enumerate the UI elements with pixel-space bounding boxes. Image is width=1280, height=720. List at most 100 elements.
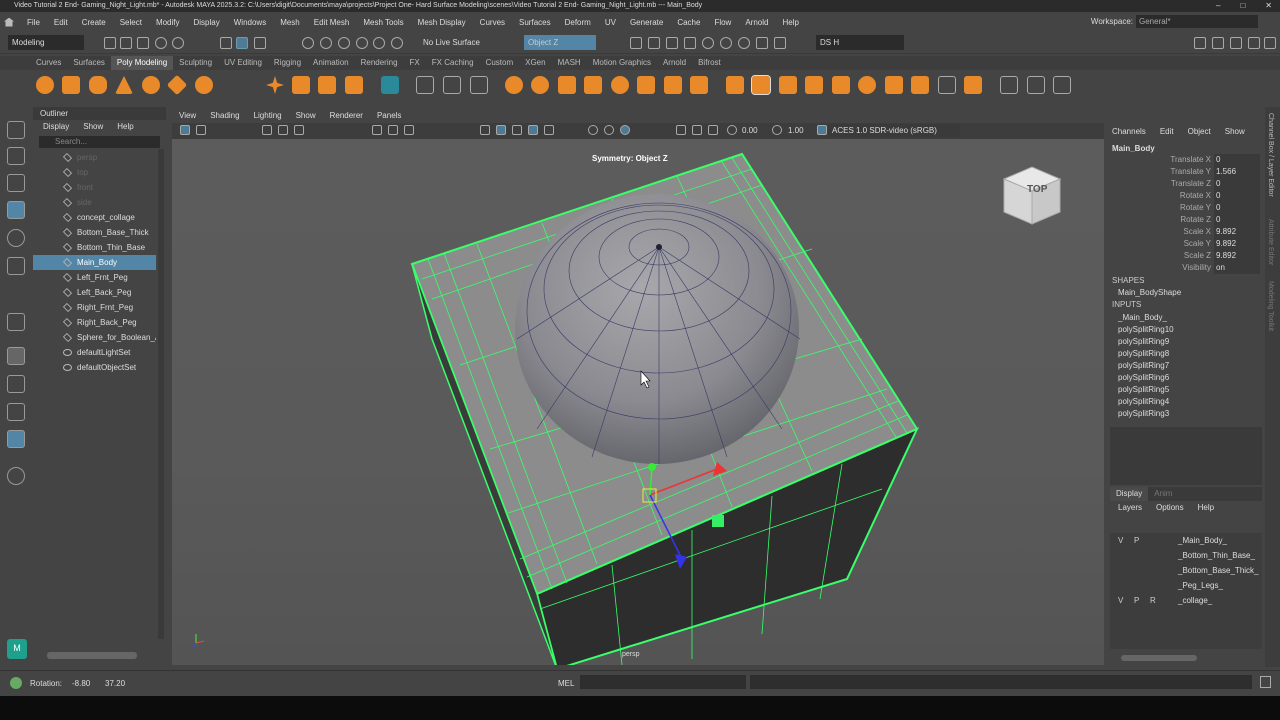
menu-display[interactable]: Display bbox=[187, 18, 227, 27]
use-all-lights-icon[interactable] bbox=[544, 125, 554, 135]
bookmark-icon[interactable] bbox=[278, 125, 288, 135]
exposure-icon[interactable] bbox=[727, 125, 737, 135]
smooth-shade-icon[interactable] bbox=[496, 125, 506, 135]
layer-name[interactable]: _Main_Body_ bbox=[1178, 533, 1227, 548]
workspace-selector[interactable]: Workspace: General* bbox=[1091, 15, 1258, 28]
viewport-menu-lighting[interactable]: Lighting bbox=[247, 108, 289, 123]
target-weld-icon[interactable] bbox=[964, 76, 982, 94]
grid-icon[interactable] bbox=[372, 125, 382, 135]
ambient-occlusion-icon[interactable] bbox=[604, 125, 614, 135]
redo-icon[interactable] bbox=[172, 37, 184, 49]
connect-icon[interactable] bbox=[1000, 76, 1018, 94]
lasso-tool-icon[interactable] bbox=[7, 147, 25, 165]
outliner-item-persp[interactable]: persp bbox=[33, 150, 156, 165]
layer-row[interactable]: V P R _collage_ bbox=[1110, 593, 1262, 608]
layer-name[interactable]: _Bottom_Base_Thick_ bbox=[1178, 563, 1259, 578]
isolate-select-icon[interactable] bbox=[676, 125, 686, 135]
live-surface-field[interactable]: No Live Surface bbox=[419, 35, 515, 50]
close-button[interactable]: ✕ bbox=[1265, 0, 1272, 12]
outliner-item-default-light-set[interactable]: defaultLightSet bbox=[33, 345, 156, 360]
platonic-solid-icon[interactable] bbox=[266, 76, 284, 94]
input-node[interactable]: polySplitRing9 bbox=[1118, 336, 1174, 348]
wireframe-icon[interactable] bbox=[480, 125, 490, 135]
four-view-layout-icon[interactable] bbox=[7, 347, 25, 365]
new-scene-icon[interactable] bbox=[104, 37, 116, 49]
layer-tab-anim[interactable]: Anim bbox=[1148, 487, 1178, 501]
attr-value[interactable]: 0 bbox=[1214, 178, 1260, 190]
human-ik-icon[interactable] bbox=[1212, 37, 1224, 49]
arnold-render-icon[interactable] bbox=[720, 37, 732, 49]
input-node[interactable]: polySplitRing3 bbox=[1118, 408, 1174, 420]
channel-menu-object[interactable]: Object bbox=[1188, 127, 1211, 136]
shelf-tab-motion-graphics[interactable]: Motion Graphics bbox=[587, 56, 657, 70]
input-node[interactable]: polySplitRing10 bbox=[1118, 324, 1174, 336]
tab-modeling-toolkit[interactable]: Modeling Toolkit bbox=[1267, 281, 1274, 331]
shelf-tab-bifrost[interactable]: Bifrost bbox=[692, 56, 727, 70]
poly-cube-icon[interactable] bbox=[62, 76, 80, 94]
resolution-gate-icon[interactable] bbox=[404, 125, 414, 135]
mirror-icon[interactable] bbox=[664, 76, 682, 94]
attr-value[interactable]: 0 bbox=[1214, 190, 1260, 202]
channel-menu-channels[interactable]: Channels bbox=[1112, 127, 1146, 136]
attribute-editor-icon[interactable] bbox=[1230, 37, 1242, 49]
render-view-icon[interactable] bbox=[630, 37, 642, 49]
outliner-item-concept-collage[interactable]: concept_collage bbox=[33, 210, 156, 225]
poly-cylinder-icon[interactable] bbox=[89, 76, 107, 94]
minimize-button[interactable]: – bbox=[1216, 0, 1220, 12]
single-layout-icon[interactable] bbox=[7, 313, 25, 331]
make-live-icon[interactable] bbox=[391, 37, 403, 49]
tool-settings-icon[interactable] bbox=[1248, 37, 1260, 49]
outliner-item-right-frnt-peg[interactable]: Right_Frnt_Peg bbox=[33, 300, 156, 315]
menu-curves[interactable]: Curves bbox=[473, 18, 512, 27]
textured-icon[interactable] bbox=[528, 125, 538, 135]
attr-rotate-z[interactable]: Rotate Z0 bbox=[1107, 214, 1262, 226]
menu-flow[interactable]: Flow bbox=[707, 18, 738, 27]
search-icon[interactable] bbox=[7, 467, 25, 485]
command-line-input[interactable] bbox=[580, 675, 746, 689]
smooth-icon[interactable] bbox=[611, 76, 629, 94]
bridge-edge-icon[interactable] bbox=[751, 75, 771, 95]
channel-menu-show[interactable]: Show bbox=[1225, 127, 1245, 136]
shelf-tab-rendering[interactable]: Rendering bbox=[355, 56, 404, 70]
home-icon[interactable] bbox=[4, 17, 14, 27]
shelf-tab-mash[interactable]: MASH bbox=[552, 56, 587, 70]
input-node[interactable]: polySplitRing7 bbox=[1118, 360, 1174, 372]
outliner-search-input[interactable]: Search... bbox=[39, 136, 160, 148]
outliner-vertical-scrollbar[interactable] bbox=[158, 149, 164, 639]
script-editor-icon[interactable] bbox=[1260, 676, 1271, 688]
input-node[interactable]: _Main_Body_ bbox=[1118, 312, 1174, 324]
shelf-tab-curves[interactable]: Curves bbox=[30, 56, 67, 70]
layer-reference-toggle[interactable]: R bbox=[1150, 593, 1156, 608]
layer-row[interactable]: _Bottom_Base_Thick_ bbox=[1110, 563, 1262, 578]
menu-create[interactable]: Create bbox=[75, 18, 113, 27]
menu-modify[interactable]: Modify bbox=[149, 18, 187, 27]
outliner-menu-help[interactable]: Help bbox=[117, 120, 133, 134]
camera-attributes-icon[interactable] bbox=[196, 125, 206, 135]
exposure-value[interactable]: 0.00 bbox=[742, 126, 758, 135]
shape-node[interactable]: Main_BodyShape bbox=[1118, 288, 1181, 297]
viewport-menu-show[interactable]: Show bbox=[289, 108, 323, 123]
menu-arnold[interactable]: Arnold bbox=[738, 18, 775, 27]
attr-value[interactable]: 9.892 bbox=[1214, 238, 1260, 250]
outliner-item-top[interactable]: top bbox=[33, 165, 156, 180]
shelf-tab-animation[interactable]: Animation bbox=[307, 56, 355, 70]
snap-view-plane-icon[interactable] bbox=[373, 37, 385, 49]
paint-select-icon[interactable] bbox=[7, 174, 25, 192]
render-frame-icon[interactable] bbox=[648, 37, 660, 49]
mel-label[interactable]: MEL bbox=[558, 679, 574, 688]
open-scene-icon[interactable] bbox=[120, 37, 132, 49]
outliner-item-sphere-for-boolean[interactable]: Sphere_for_Boolean_A bbox=[33, 330, 156, 345]
persp-graph-layout-icon[interactable] bbox=[7, 403, 25, 421]
poly-cone-icon[interactable] bbox=[115, 76, 133, 94]
menu-uv[interactable]: UV bbox=[598, 18, 623, 27]
bridge-icon[interactable] bbox=[443, 76, 461, 94]
poly-disc-icon[interactable] bbox=[195, 76, 213, 94]
wedge-icon[interactable] bbox=[858, 76, 876, 94]
extract-icon[interactable] bbox=[558, 76, 576, 94]
attr-value[interactable]: 1.566 bbox=[1214, 166, 1260, 178]
layer-row[interactable]: _Bottom_Thin_Base_ bbox=[1110, 548, 1262, 563]
image-plane-icon[interactable] bbox=[262, 125, 272, 135]
layer-menu-options[interactable]: Options bbox=[1156, 503, 1184, 512]
select-component-icon[interactable] bbox=[254, 37, 266, 49]
outliner-layout-icon[interactable] bbox=[7, 430, 25, 448]
